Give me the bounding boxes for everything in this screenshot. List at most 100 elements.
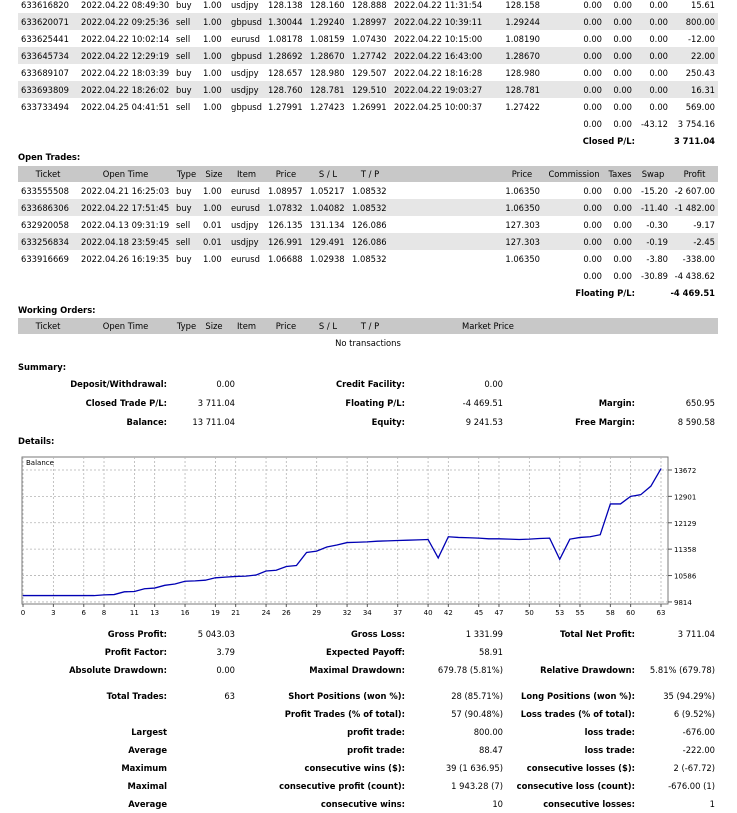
cell-commission: 0.00 [583,0,602,10]
balance-point [194,580,196,582]
cell-swap: -0.19 [635,233,671,250]
largest-profit-trade-value: 800.00 [473,727,503,737]
cell-type: sell [176,101,191,112]
balance-point [660,468,662,470]
open-col-commission: Commission [543,166,605,182]
cell-profit: 569.00 [685,101,715,112]
open-col-price: Price [265,166,307,182]
deposit-label: Deposit/Withdrawal: [70,378,167,389]
cell-item: usdjpy [228,233,265,250]
open-total-profit: -4 438.62 [674,270,715,281]
balance-point [306,552,307,553]
summary-row-1: Deposit/Withdrawal: 0.00 Credit Facility… [18,374,718,393]
cell-sl: 128.781 [307,81,349,98]
balance-point [123,591,125,593]
summary-row-3: Balance: 13 711.04 Equity: 9 241.53 Free… [18,412,718,431]
y-tick-label: 9814 [674,599,692,607]
working-orders-empty-row: No transactions [18,334,718,351]
working-orders-title: Working Orders: [18,305,96,315]
total-net-value: 3 711.04 [677,629,715,639]
cell-size: 1.00 [203,33,222,44]
x-tick-label: 40 [424,609,433,617]
balance-point [296,565,297,566]
largest-label: Largest [131,727,167,737]
cell-close-price: 127.303 [501,233,543,250]
cell-open-time: 2022.04.22 08:49:30 [81,0,170,10]
free-margin-label: Free Margin: [575,416,635,427]
cell-size: 1.00 [203,185,222,196]
closed-trade-row: 633733494 2022.04.25 04:41:51 sell 1.00 gbpu… [18,98,718,115]
cell-profit: 250.43 [685,67,715,78]
cell-type: buy [173,81,200,98]
cell-item: eurusd [231,253,260,264]
wo-col-ticket: Ticket [18,318,78,334]
cell-swap: 0.00 [649,101,668,112]
balance-point [32,595,34,596]
loss-trades-value: 6 (9.52%) [673,709,715,719]
open-trades-title: Open Trades: [18,152,81,162]
x-tick-label: 26 [282,609,291,617]
profit-trades-label: Profit Trades (% of total): [284,709,405,719]
gross-profit-value: 5 043.03 [197,629,235,639]
long-positions-label: Long Positions (won %): [521,691,635,701]
cell-open-time: 2022.04.22 09:25:36 [78,13,173,30]
balance-point [427,539,429,540]
cell-close-time: 2022.04.22 11:31:54 [394,0,483,10]
open-col-type: Type [173,166,200,182]
closed-totals-row: 0.00 0.00 -43.12 3 754.16 [18,115,718,132]
stats-row-average: Average profit trade: 88.47 loss trade: … [18,741,718,759]
x-tick-label: 29 [312,609,321,617]
details-title: Details: [18,436,55,446]
cell-profit: -1 482.00 [671,199,718,216]
cell-taxes: 0.00 [613,185,632,196]
cell-close-time [391,233,501,250]
closed-trade-pl-value: 3 711.04 [197,397,235,408]
cell-ticket: 633645734 [18,47,78,64]
cell-profit: -9.17 [693,219,715,230]
cell-open-time: 2022.04.21 16:25:03 [81,185,170,196]
cell-commission: 0.00 [583,219,602,230]
cell-tp: 129.507 [352,67,387,78]
cell-price: 128.760 [265,81,307,98]
summary-floating-value: -4 469.51 [462,397,503,408]
working-orders-table: Ticket Open Time Type Size Item Price S … [18,318,718,351]
closed-trade-row: 633616820 2022.04.22 08:49:30 buy 1.00 usdjp… [18,0,718,13]
balance-point [22,595,24,596]
x-tick-label: 53 [555,609,564,617]
cell-swap: 0.00 [649,33,668,44]
cell-profit: -338.00 [682,253,715,264]
balance-point [387,540,388,542]
cell-taxes: 0.00 [605,13,635,30]
cell-type: buy [176,67,192,78]
expected-payoff-label: Expected Payoff: [325,647,405,657]
profit-factor-value: 3.79 [216,647,235,657]
cell-open-time: 2022.04.13 09:31:19 [81,219,170,230]
rel-drawdown-value: 5.81% (679.78) [649,665,715,675]
cell-sl: 131.134 [310,219,345,230]
short-positions-value: 28 (85.71%) [451,691,503,701]
x-tick-label: 13 [150,609,159,617]
cell-ticket: 633620071 [18,13,78,30]
balance-point [83,595,85,596]
cell-tp: 128.888 [352,0,387,10]
cell-sl: 1.27423 [310,101,345,112]
cell-item: usdjpy [231,67,259,78]
cell-taxes: 0.00 [605,47,635,64]
open-col-spacer [391,166,501,182]
cell-item: eurusd [228,199,265,216]
cell-profit: -2.45 [671,233,718,250]
x-tick-label: 60 [626,609,635,617]
cell-sl: 1.29240 [307,13,349,30]
cell-price: 1.30044 [265,13,307,30]
x-tick-label: 32 [343,609,352,617]
cell-size: 1.00 [203,253,222,264]
cell-ticket: 632920058 [21,219,69,230]
balance-point [346,542,348,543]
cell-type: buy [176,253,192,264]
cell-swap: 0.00 [635,47,671,64]
expected-payoff-value: 58.91 [479,647,503,657]
wo-col-sl: S / L [307,318,349,334]
cell-profit: -12.00 [688,33,715,44]
equity-value: 9 241.53 [465,416,503,427]
cell-type: buy [176,185,192,196]
